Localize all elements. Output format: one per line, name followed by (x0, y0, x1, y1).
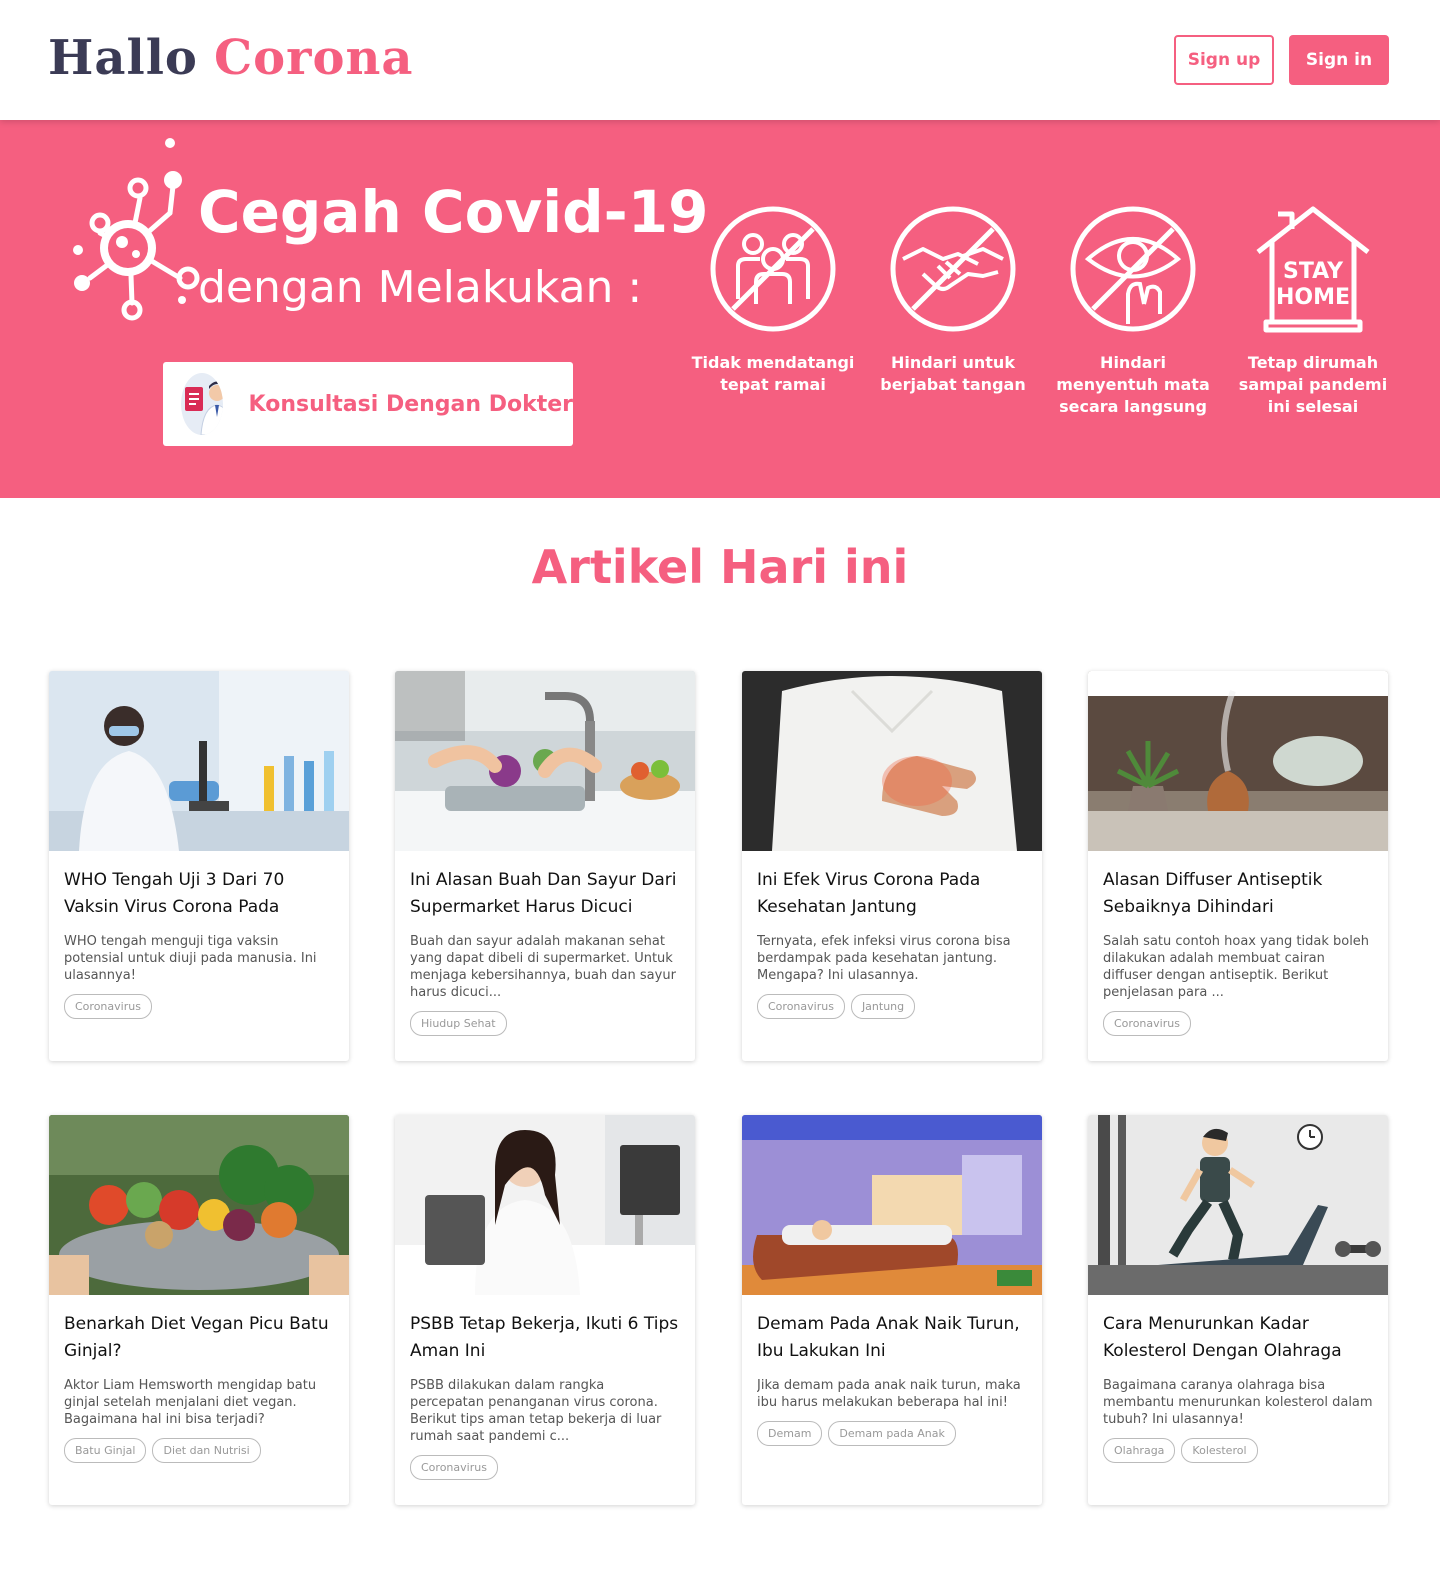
no-touch-eye-icon (1070, 206, 1196, 332)
sign-in-button[interactable]: Sign in (1289, 35, 1389, 85)
consult-doctor-button[interactable]: Konsultasi Dengan Dokter (163, 362, 573, 446)
article-card[interactable]: Alasan Diffuser Antiseptik Sebaiknya Dih… (1088, 671, 1388, 1061)
article-title[interactable]: Cara Menurunkan Kadar Kolesterol Dengan … (1103, 1311, 1373, 1365)
article-tag[interactable]: Demam (757, 1421, 823, 1446)
article-tag[interactable]: Batu Ginjal (64, 1438, 147, 1463)
logo-hallo-text: Hallo (48, 30, 198, 86)
article-description: PSBB dilakukan dalam rangka percepatan p… (410, 1378, 662, 1444)
tip-no-crowd-label: Tidak mendatangi tepat ramai (691, 353, 855, 394)
logo[interactable]: Hallo Corona (48, 28, 413, 88)
doctor-avatar-icon (181, 373, 223, 435)
article-tags: Olahraga Kolesterol (1103, 1438, 1373, 1463)
article-description: Aktor Liam Hemsworth mengidap batu ginja… (64, 1378, 317, 1427)
article-image-chest-pain (742, 671, 1042, 851)
article-image-lab (49, 671, 349, 851)
hero-banner: Cegah Covid-19 dengan Melakukan : Konsul… (0, 120, 1440, 498)
article-tags: Coronavirus (64, 994, 334, 1019)
sign-up-button[interactable]: Sign up (1174, 35, 1274, 85)
article-image-treadmill-illustration (1088, 1115, 1388, 1295)
site-header: Hallo Corona Sign up Sign in (0, 0, 1440, 120)
article-tag[interactable]: Hiudup Sehat (410, 1011, 507, 1036)
tip-stay-home: STAY HOME Tetap dirumah sampai pandemi i… (1228, 204, 1398, 418)
article-image-woman-working (395, 1115, 695, 1295)
article-tag[interactable]: Kolesterol (1181, 1438, 1258, 1463)
article-title[interactable]: Demam Pada Anak Naik Turun, Ibu Lakukan … (757, 1311, 1027, 1365)
consult-doctor-label: Konsultasi Dengan Dokter (248, 391, 573, 417)
stay-home-sign-line2: HOME (1276, 285, 1350, 310)
stay-home-sign-line1: STAY (1283, 259, 1344, 284)
tip-no-touch-eye-label: Hindari menyentuh mata secara langsung (1056, 353, 1210, 416)
article-tags: Coronavirus Jantung (757, 994, 1027, 1019)
article-description: Salah satu contoh hoax yang tidak boleh … (1103, 934, 1370, 1000)
article-tags: Hiudup Sehat (410, 1011, 680, 1036)
article-tag[interactable]: Coronavirus (1103, 1011, 1191, 1036)
tip-no-handshake: Hindari untuk berjabat tangan (868, 204, 1038, 396)
articles-section-title: Artikel Hari ini (531, 540, 909, 594)
article-title[interactable]: Ini Efek Virus Corona Pada Kesehatan Jan… (757, 867, 1027, 921)
article-image-sick-child-illustration (742, 1115, 1042, 1295)
article-image-washing-vegetables (395, 671, 695, 851)
article-tags: Coronavirus (1103, 1011, 1373, 1036)
hero-subtitle: dengan Melakukan : (198, 262, 643, 313)
article-tag[interactable]: Demam pada Anak (828, 1421, 956, 1446)
article-image-diffuser (1088, 671, 1388, 851)
article-tag[interactable]: Olahraga (1103, 1438, 1176, 1463)
stay-home-icon: STAY HOME (1256, 206, 1370, 333)
article-tag[interactable]: Coronavirus (64, 994, 152, 1019)
article-tag[interactable]: Coronavirus (410, 1455, 498, 1480)
article-card[interactable]: PSBB Tetap Bekerja, Ikuti 6 Tips Aman In… (395, 1115, 695, 1505)
logo-corona-text: Corona (213, 30, 414, 86)
article-tags: Coronavirus (410, 1455, 680, 1480)
article-tag[interactable]: Diet dan Nutrisi (152, 1438, 261, 1463)
article-description: Jika demam pada anak naik turun, maka ib… (757, 1378, 1021, 1410)
article-description: WHO tengah menguji tiga vaksin potensial… (64, 934, 317, 983)
article-card[interactable]: Ini Alasan Buah Dan Sayur Dari Supermark… (395, 671, 695, 1061)
article-title[interactable]: Benarkah Diet Vegan Picu Batu Ginjal? (64, 1311, 334, 1365)
tip-stay-home-label: Tetap dirumah sampai pandemi ini selesai (1238, 353, 1388, 416)
hero-title: Cegah Covid-19 (198, 178, 709, 246)
article-card[interactable]: Benarkah Diet Vegan Picu Batu Ginjal? Ak… (49, 1115, 349, 1505)
tip-no-touch-eye: Hindari menyentuh mata secara langsung (1048, 204, 1218, 418)
tip-no-handshake-label: Hindari untuk berjabat tangan (880, 353, 1026, 394)
article-title[interactable]: Ini Alasan Buah Dan Sayur Dari Supermark… (410, 867, 680, 921)
article-tag[interactable]: Jantung (850, 994, 916, 1019)
article-title[interactable]: Alasan Diffuser Antiseptik Sebaiknya Dih… (1103, 867, 1373, 921)
article-card[interactable]: Demam Pada Anak Naik Turun, Ibu Lakukan … (742, 1115, 1042, 1505)
article-card[interactable]: Cara Menurunkan Kadar Kolesterol Dengan … (1088, 1115, 1388, 1505)
no-handshake-icon (890, 206, 1016, 332)
article-image-vegetables-bowl (49, 1115, 349, 1295)
article-tags: Batu Ginjal Diet dan Nutrisi (64, 1438, 334, 1463)
virus-illustration (73, 138, 200, 321)
article-card[interactable]: WHO Tengah Uji 3 Dari 70 Vaksin Virus Co… (49, 671, 349, 1061)
article-tags: Demam Demam pada Anak (757, 1421, 1027, 1446)
article-description: Buah dan sayur adalah makanan sehat yang… (410, 934, 676, 1000)
article-title[interactable]: PSBB Tetap Bekerja, Ikuti 6 Tips Aman In… (410, 1311, 680, 1365)
no-crowd-icon (710, 206, 836, 332)
article-title[interactable]: WHO Tengah Uji 3 Dari 70 Vaksin Virus Co… (64, 867, 334, 921)
article-tag[interactable]: Coronavirus (757, 994, 845, 1019)
article-description: Ternyata, efek infeksi virus corona bisa… (757, 934, 1011, 983)
article-description: Bagaimana caranya olahraga bisa membantu… (1103, 1378, 1373, 1427)
tip-no-crowd: Tidak mendatangi tepat ramai (688, 204, 858, 396)
article-card[interactable]: Ini Efek Virus Corona Pada Kesehatan Jan… (742, 671, 1042, 1061)
